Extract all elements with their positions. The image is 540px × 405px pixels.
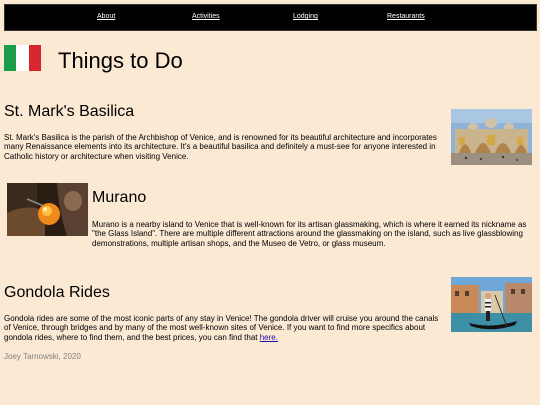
gondola-photo bbox=[451, 277, 532, 332]
footer-credit: Joey Tarnowski, 2020 bbox=[4, 352, 81, 361]
section-title-basilica: St. Mark's Basilica bbox=[4, 103, 135, 120]
gondola-info-link[interactable]: here. bbox=[260, 333, 278, 342]
section-text-gondola: Gondola rides are some of the most iconi… bbox=[4, 314, 444, 342]
gondola-text-body: Gondola rides are some of the most iconi… bbox=[4, 314, 439, 342]
page-title: Things to Do bbox=[58, 48, 183, 73]
section-text-murano: Murano is a nearby island to Venice that… bbox=[92, 220, 527, 248]
section-title-gondola: Gondola Rides bbox=[4, 284, 110, 301]
murano-glassblowing-photo bbox=[7, 183, 88, 236]
basilica-photo bbox=[451, 109, 532, 165]
italian-flag-icon bbox=[4, 45, 41, 71]
section-title-murano: Murano bbox=[92, 189, 147, 206]
nav-bar: About Activities Lodging Restaurants bbox=[4, 4, 537, 31]
nav-link-about[interactable]: About bbox=[97, 13, 115, 20]
nav-link-lodging[interactable]: Lodging bbox=[293, 13, 318, 20]
section-text-basilica: St. Mark's Basilica is the parish of the… bbox=[4, 133, 437, 161]
nav-link-restaurants[interactable]: Restaurants bbox=[387, 13, 425, 20]
nav-link-activities[interactable]: Activities bbox=[192, 13, 220, 20]
